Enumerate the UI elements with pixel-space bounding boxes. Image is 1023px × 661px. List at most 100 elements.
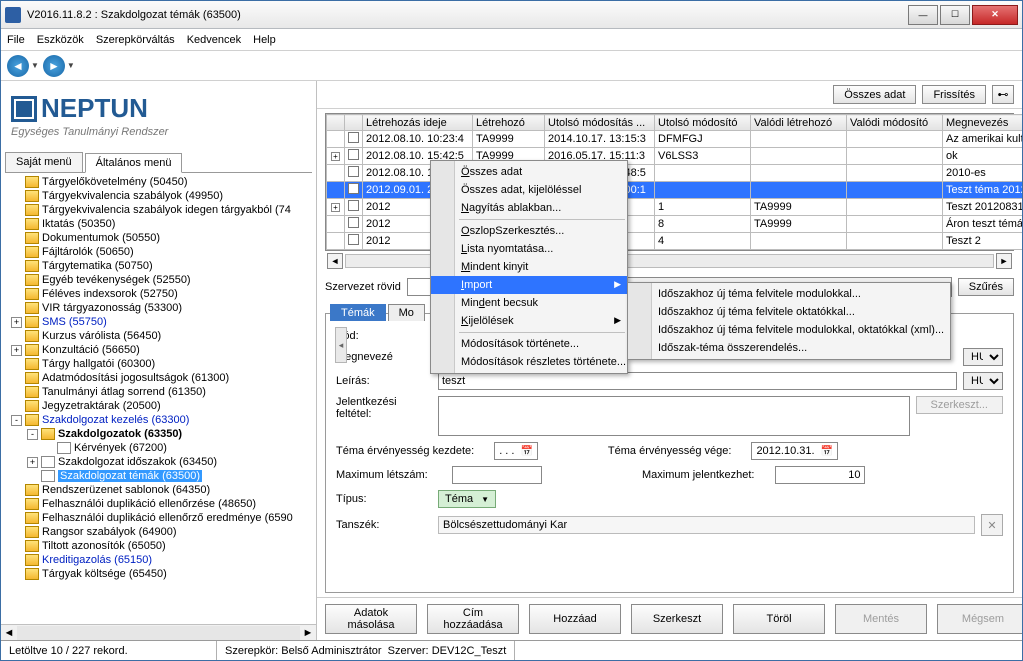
- tree-item[interactable]: +SMS (55750): [11, 315, 312, 329]
- tree-item[interactable]: Felhasználói duplikáció ellenőrző eredmé…: [11, 511, 312, 525]
- table-row[interactable]: 2012.08.10. 10:23:4TA99992014.10.17. 13:…: [327, 131, 1023, 148]
- expand-icon[interactable]: +: [11, 345, 22, 356]
- grid-scroll-left[interactable]: ◄: [327, 253, 343, 269]
- context-menu-item[interactable]: Mindent becsuk: [431, 294, 627, 312]
- menu-tools[interactable]: Eszközök: [37, 34, 84, 46]
- filter-button[interactable]: Szűrés: [958, 278, 1014, 296]
- pin-icon[interactable]: ⊷: [992, 85, 1014, 104]
- tree-item[interactable]: Iktatás (50350): [11, 217, 312, 231]
- valid-from-input[interactable]: . . . 📅: [494, 442, 538, 460]
- context-menu-item[interactable]: Lista nyomtatása...: [431, 240, 627, 258]
- tree-item[interactable]: Felhasználói duplikáció ellenőrzése (486…: [11, 497, 312, 511]
- data-grid[interactable]: Létrehozás idejeLétrehozóUtolsó módosítá…: [325, 113, 1014, 251]
- tree-item[interactable]: Kurzus várólista (56450): [11, 329, 312, 343]
- context-menu-item[interactable]: Összes adat, kijelöléssel: [431, 181, 627, 199]
- row-checkbox[interactable]: [348, 234, 359, 245]
- calendar-icon[interactable]: 📅: [520, 446, 532, 457]
- tree-item[interactable]: Egyéb tevékenységek (52550): [11, 273, 312, 287]
- row-checkbox[interactable]: [348, 200, 359, 211]
- menu-file[interactable]: File: [7, 34, 25, 46]
- tab-general-menu[interactable]: Általános menü: [85, 153, 183, 173]
- tree-item[interactable]: +Szakdolgozat időszakok (63450): [27, 455, 312, 469]
- grid-scroll-right[interactable]: ►: [996, 253, 1012, 269]
- submenu-item[interactable]: Időszakhoz új téma felvitele oktatókkal.…: [628, 303, 950, 321]
- dept-clear-button[interactable]: ✕: [981, 514, 1003, 536]
- splitter-handle[interactable]: ◂: [335, 327, 347, 363]
- desc-input[interactable]: [438, 372, 957, 390]
- tree-item[interactable]: Kreditigazolás (65150): [11, 553, 312, 567]
- menu-help[interactable]: Help: [253, 34, 276, 46]
- tree-item[interactable]: Tárgyelőkövetelmény (50450): [11, 175, 312, 189]
- column-header[interactable]: Megnevezés: [943, 115, 1023, 131]
- tree-item[interactable]: Féléves indexsorok (52750): [11, 287, 312, 301]
- tree-item[interactable]: Tárgyekvivalencia szabályok idegen tárgy…: [11, 203, 312, 217]
- column-header[interactable]: Valódi létrehozó: [751, 115, 847, 131]
- context-menu-item[interactable]: Mindent kinyit: [431, 258, 627, 276]
- tree-item[interactable]: Dokumentumok (50550): [11, 231, 312, 245]
- tree-item[interactable]: Adatmódosítási jogosultságok (61300): [11, 371, 312, 385]
- tree-item[interactable]: Tárgyak költsége (65450): [11, 567, 312, 581]
- tree-item[interactable]: Fájltárolók (50650): [11, 245, 312, 259]
- tree-item[interactable]: -Szakdolgozat kezelés (63300): [11, 413, 312, 427]
- tree-item[interactable]: Szakdolgozat témák (63500): [27, 469, 312, 483]
- left-hscrollbar[interactable]: ◄ ►: [1, 624, 316, 640]
- all-data-button[interactable]: Összes adat: [833, 85, 916, 104]
- context-menu-item[interactable]: Import: [431, 276, 627, 294]
- max-input[interactable]: [452, 466, 542, 484]
- nav-back-dropdown[interactable]: ▼: [31, 61, 39, 70]
- scroll-left-arrow[interactable]: ◄: [1, 627, 17, 639]
- nav-forward-dropdown[interactable]: ▼: [67, 61, 75, 70]
- tree-item[interactable]: VIR tárgyazonosság (53300): [11, 301, 312, 315]
- type-select[interactable]: Téma ▼: [438, 490, 496, 508]
- cond-textarea[interactable]: [438, 396, 910, 436]
- close-button[interactable]: [972, 5, 1018, 25]
- scroll-right-arrow[interactable]: ►: [300, 627, 316, 639]
- context-menu-item[interactable]: Módosítások részletes története...: [431, 353, 627, 371]
- row-expand-icon[interactable]: +: [331, 203, 340, 212]
- column-header[interactable]: [345, 115, 363, 131]
- row-checkbox[interactable]: [348, 166, 359, 177]
- menu-role[interactable]: Szerepkörváltás: [96, 34, 175, 46]
- detail-tab-themes[interactable]: Témák: [330, 304, 386, 321]
- delete-button[interactable]: Töröl: [733, 604, 825, 634]
- nav-forward-button[interactable]: ►: [43, 55, 65, 77]
- context-menu-item[interactable]: Nagyítás ablakban...: [431, 199, 627, 217]
- context-menu-item[interactable]: Összes adat: [431, 163, 627, 181]
- row-checkbox[interactable]: [348, 132, 359, 143]
- tree-item[interactable]: Rangsor szabályok (64900): [11, 525, 312, 539]
- context-menu-item[interactable]: OszlopSzerkesztés...: [431, 222, 627, 240]
- edit-button[interactable]: Szerkeszt: [631, 604, 723, 634]
- expand-icon[interactable]: +: [27, 457, 38, 468]
- expand-icon[interactable]: +: [11, 317, 22, 328]
- column-header[interactable]: Utolsó módosítás ...: [545, 115, 655, 131]
- tree-item[interactable]: Tárgy hallgatói (60300): [11, 357, 312, 371]
- name-lang-select[interactable]: HU: [963, 348, 1003, 366]
- column-header[interactable]: Utolsó módosító: [655, 115, 751, 131]
- maxapp-input[interactable]: [775, 466, 865, 484]
- column-header[interactable]: Létrehozó: [473, 115, 545, 131]
- tree-item[interactable]: -Szakdolgozatok (63350): [27, 427, 312, 441]
- minimize-button[interactable]: [908, 5, 938, 25]
- valid-to-input[interactable]: 2012.10.31. 📅: [751, 442, 838, 460]
- context-menu-item[interactable]: Kijelölések: [431, 312, 627, 330]
- tab-own-menu[interactable]: Saját menü: [5, 152, 83, 172]
- column-header[interactable]: Létrehozás ideje: [363, 115, 473, 131]
- row-checkbox[interactable]: [348, 183, 359, 194]
- desc-lang-select[interactable]: HU: [963, 372, 1003, 390]
- tree-item[interactable]: Tanulmányi átlag sorrend (61350): [11, 385, 312, 399]
- context-menu-item[interactable]: Módosítások története...: [431, 335, 627, 353]
- add-button[interactable]: Hozzáad: [529, 604, 621, 634]
- submenu-item[interactable]: Időszakhoz új téma felvitele modulokkal.…: [628, 285, 950, 303]
- column-header[interactable]: Valódi módosító: [847, 115, 943, 131]
- row-expand-icon[interactable]: +: [331, 152, 340, 161]
- submenu-item[interactable]: Időszak-téma összerendelés...: [628, 339, 950, 357]
- collapse-icon[interactable]: -: [11, 415, 22, 426]
- menu-fav[interactable]: Kedvencek: [187, 34, 241, 46]
- copy-data-button[interactable]: Adatok másolása: [325, 604, 417, 634]
- tree-container[interactable]: Tárgyelőkövetelmény (50450) Tárgyekvivale…: [5, 172, 312, 624]
- nav-back-button[interactable]: ◄: [7, 55, 29, 77]
- detail-tab-mod[interactable]: Mo: [388, 304, 425, 321]
- tree-item[interactable]: Rendszerüzenet sablonok (64350): [11, 483, 312, 497]
- tree-item[interactable]: Tárgytematika (50750): [11, 259, 312, 273]
- maximize-button[interactable]: [940, 5, 970, 25]
